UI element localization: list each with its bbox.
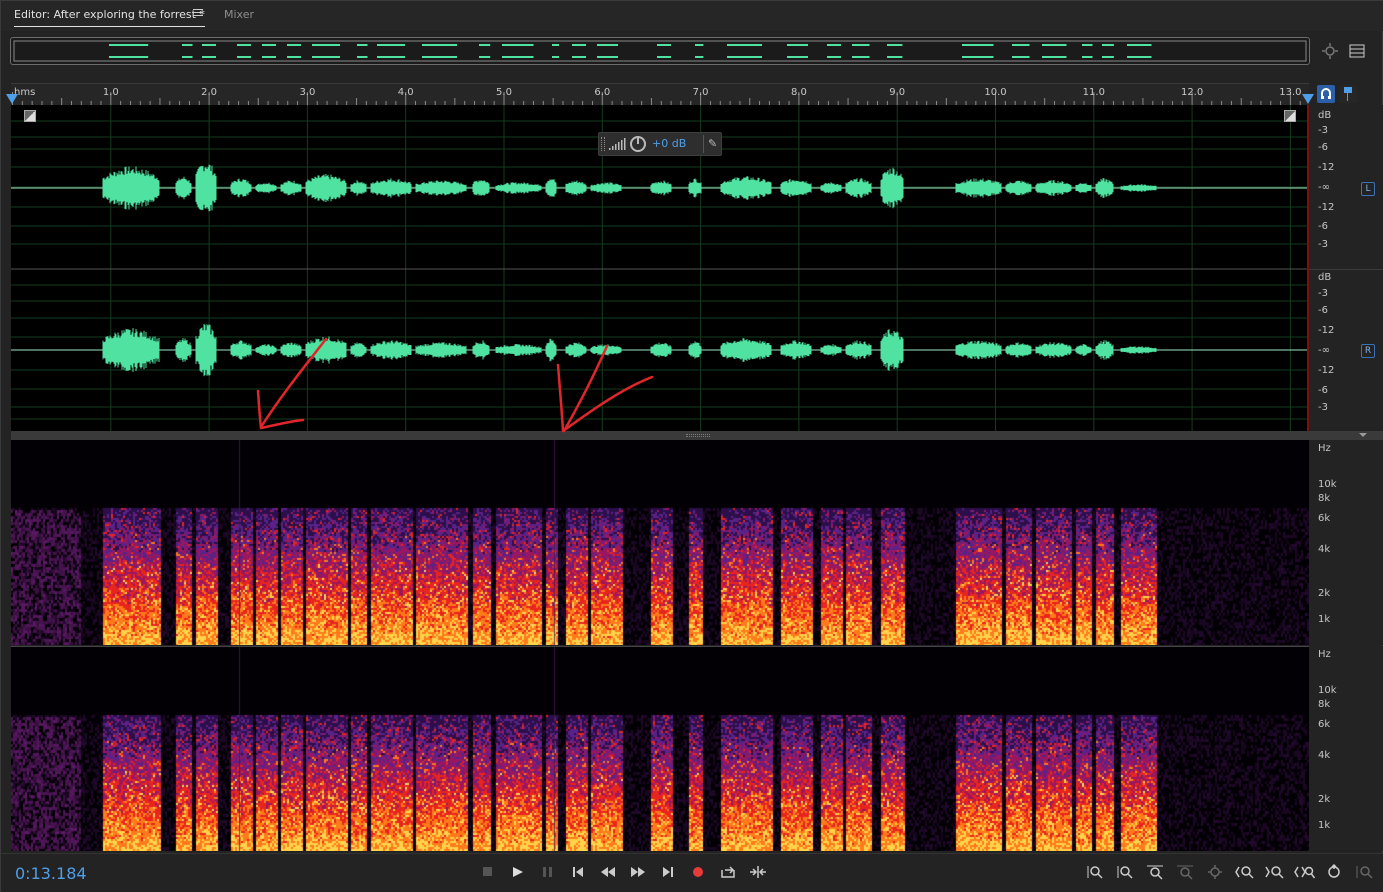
db-label: -12 — [1318, 365, 1335, 376]
ruler-tick-label: 8.0 — [790, 87, 807, 98]
pin-hud-icon[interactable]: ✎ — [708, 137, 717, 150]
current-time-display[interactable]: 0:13.184 — [15, 864, 87, 883]
ruler-tick-label: 4.0 — [397, 87, 414, 98]
db-label: dB — [1318, 272, 1332, 283]
hz-label: 8k — [1318, 699, 1331, 710]
db-label: -6 — [1318, 221, 1328, 232]
hz-label: 8k — [1318, 493, 1331, 504]
audio-editor-window: Editor: After exploring the forrest * Mi… — [0, 0, 1383, 892]
hud-separator — [703, 135, 704, 153]
zoom-overview-icon[interactable] — [1321, 42, 1339, 60]
db-label: -6 — [1318, 305, 1328, 316]
skip-selection-button[interactable] — [747, 862, 769, 882]
ruler-tick-label: 5.0 — [496, 87, 512, 98]
level-bars-icon — [609, 138, 626, 150]
hz-label: 10k — [1318, 685, 1337, 696]
zoom-out-amplitude-icon[interactable] — [1114, 862, 1136, 882]
db-label: dB — [1318, 110, 1332, 121]
ruler-tick-label: 11.0 — [1082, 87, 1105, 98]
channel-badge-right[interactable]: R — [1361, 344, 1375, 358]
overview-waveform — [13, 40, 1307, 62]
db-label: -12 — [1318, 202, 1335, 213]
hud-grip-icon[interactable] — [601, 137, 605, 151]
tab-mixer[interactable]: Mixer — [224, 7, 254, 27]
channel-badge-left[interactable]: L — [1361, 182, 1375, 196]
zoom-playhead-icon[interactable] — [1204, 862, 1226, 882]
panel-menu-icon[interactable] — [193, 9, 203, 19]
list-view-icon[interactable] — [1349, 43, 1365, 58]
zoom-out-full-icon[interactable] — [1294, 862, 1316, 882]
zoom-in-right-icon[interactable] — [1264, 862, 1286, 882]
tab-bar: Editor: After exploring the forrest * Mi… — [1, 1, 1383, 31]
hz-label: 10k — [1318, 479, 1337, 490]
db-label: -12 — [1318, 162, 1335, 173]
ruler-tick-label: 3.0 — [299, 87, 316, 98]
hz-label: 4k — [1318, 544, 1331, 555]
hz-label: 1k — [1318, 614, 1331, 625]
zoom-custom-icon[interactable] — [1354, 862, 1376, 882]
db-label: -3 — [1318, 125, 1328, 136]
left-corner-toggle-icon[interactable] — [24, 110, 36, 122]
ruler-tick-label: 7.0 — [692, 87, 709, 98]
hz-label: 4k — [1318, 750, 1331, 761]
rewind-button[interactable] — [597, 862, 619, 882]
hz-label: 1k — [1318, 820, 1331, 831]
db-label: -∞ — [1318, 182, 1330, 193]
ruler-tick-label: 9.0 — [889, 87, 906, 98]
skip-to-end-button[interactable] — [657, 862, 679, 882]
overview-navigator[interactable] — [10, 37, 1310, 65]
spectrogram-canvas — [11, 440, 1309, 645]
db-label: -12 — [1318, 325, 1335, 336]
ruler-tick-label: 12.0 — [1180, 87, 1204, 98]
db-label: -3 — [1318, 402, 1328, 413]
tab-editor[interactable]: Editor: After exploring the forrest * — [14, 7, 205, 27]
pause-button[interactable] — [537, 862, 559, 882]
right-corner-toggle-icon[interactable] — [1284, 110, 1296, 122]
db-label: -6 — [1318, 385, 1328, 396]
ruler-tick-label: 6.0 — [594, 87, 611, 98]
stop-button[interactable] — [477, 862, 499, 882]
ruler-tick-label: 1.0 — [102, 87, 119, 98]
fast-forward-button[interactable] — [627, 862, 649, 882]
hud-volume-control[interactable]: +0 dB ✎ — [598, 132, 722, 156]
hz-label: 6k — [1318, 719, 1331, 730]
hz-label: 6k — [1318, 513, 1331, 524]
skip-to-start-button[interactable] — [567, 862, 589, 882]
time-ruler[interactable]: hms 1.0 2.0 3.0 4.0 5.0 6.0 7.0 8.0 9.0 10.0 11.0 1… — [11, 83, 1309, 106]
db-label: -3 — [1318, 288, 1328, 299]
db-label: -6 — [1318, 142, 1328, 153]
loop-playback-button[interactable] — [717, 862, 739, 882]
db-label: -3 — [1318, 239, 1328, 250]
zoom-full-icon[interactable] — [1144, 862, 1166, 882]
zoom-in-left-icon[interactable] — [1234, 862, 1256, 882]
spectrogram-canvas — [11, 647, 1309, 851]
ruler-tick-label: 2.0 — [201, 87, 218, 98]
snap-toggle-button[interactable] — [1317, 85, 1335, 103]
ruler-tick-label: 13.0 — [1279, 87, 1302, 98]
spectral-display-left[interactable] — [11, 440, 1309, 645]
hz-scale-left[interactable]: Hz 10k 8k 6k 4k 2k 1k — [1309, 440, 1383, 645]
zoom-reset-icon[interactable] — [1324, 862, 1346, 882]
hz-label: Hz — [1318, 443, 1331, 454]
hz-label: 2k — [1318, 588, 1331, 599]
play-button[interactable] — [507, 862, 529, 882]
pin-marker-button[interactable] — [1339, 85, 1357, 103]
zoom-in-amplitude-icon[interactable] — [1084, 862, 1106, 882]
ruler-tick-label: 10.0 — [984, 87, 1007, 98]
splitter-grip[interactable] — [686, 434, 710, 437]
view-splitter[interactable] — [11, 431, 1383, 440]
hz-label: Hz — [1318, 649, 1331, 660]
db-label: -∞ — [1318, 345, 1330, 356]
collapse-arrow-icon[interactable] — [1359, 432, 1367, 438]
hud-gain-value[interactable]: +0 dB — [652, 137, 686, 150]
transport-bar: 0:13.184 — [1, 853, 1383, 892]
zoom-selection-icon[interactable] — [1174, 862, 1196, 882]
record-button[interactable] — [687, 862, 709, 882]
volume-knob[interactable] — [630, 136, 646, 152]
spectral-display-right[interactable] — [11, 646, 1309, 851]
hz-label: 2k — [1318, 794, 1331, 805]
hz-scale-right[interactable]: Hz 10k 8k 6k 4k 2k 1k — [1309, 646, 1383, 851]
